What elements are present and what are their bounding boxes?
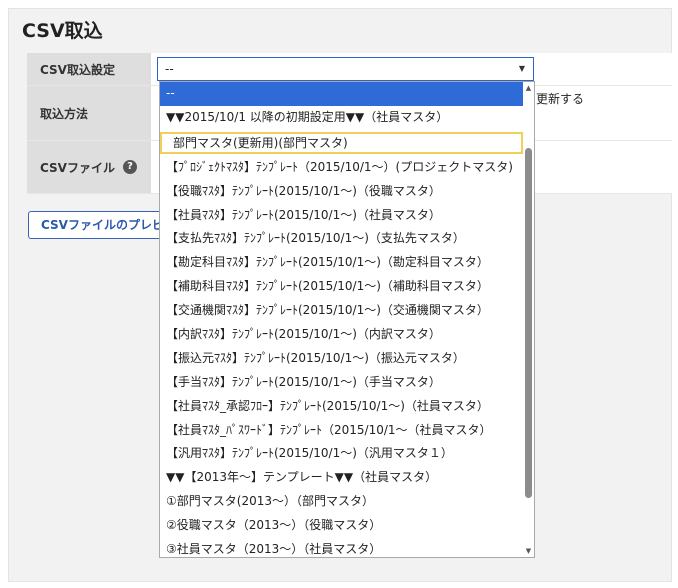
scroll-down-icon[interactable]: ▼ [523,545,534,557]
dropdown-option[interactable]: 【振込元ﾏｽﾀ】ﾃﾝﾌﾟﾚｰﾄ(2015/10/1～)（振込元マスタ） [160,347,523,371]
csv-preview-button[interactable]: CSVファイルのプレビ [28,211,168,239]
method-label: 取込方法 [27,86,151,140]
dropdown-option[interactable]: ②役職マスタ（2013～）（役職マスタ） [160,514,523,538]
dropdown-option[interactable]: 【社員ﾏｽﾀ_ﾊﾟｽﾜｰﾄﾞ】ﾃﾝﾌﾟﾚｰﾄ（2015/10/1～（社員マスタ） [160,419,523,443]
setting-label: CSV取込設定 [27,53,151,85]
dropdown-option[interactable]: 【交通機関ﾏｽﾀ】ﾃﾝﾌﾟﾚｰﾄ(2015/10/1～)（交通機関マスタ） [160,299,523,323]
dropdown-option[interactable]: 【ﾌﾟﾛｼﾞｪｸﾄﾏｽﾀ】ﾃﾝﾌﾟﾚｰﾄ（2015/10/1～）(プロジェクトマ… [160,156,523,180]
dropdown-option[interactable]: -- [160,82,523,106]
dropdown-option[interactable]: 【社員ﾏｽﾀ_承認ﾌﾛｰ】ﾃﾝﾌﾟﾚｰﾄ(2015/10/1～)（社員マスタ） [160,395,523,419]
dropdown-scrollbar[interactable]: ▲ ▼ [523,82,534,557]
dropdown-option[interactable]: 【内訳ﾏｽﾀ】ﾃﾝﾌﾟﾚｰﾄ(2015/10/1～)（内訳マスタ） [160,323,523,347]
dropdown-option[interactable]: ①部門マスタ(2013～）（部門マスタ） [160,490,523,514]
dropdown-option[interactable]: 【支払先ﾏｽﾀ】ﾃﾝﾌﾟﾚｰﾄ(2015/10/1～)（支払先マスタ） [160,227,523,251]
dropdown-option[interactable]: 【役職ﾏｽﾀ】ﾃﾝﾌﾟﾚｰﾄ(2015/10/1～)（役職マスタ） [160,180,523,204]
scrollbar-thumb[interactable] [525,148,532,498]
file-label: CSVファイル [40,160,115,175]
dropdown-option[interactable]: ③社員マスタ（2013～）（社員マスタ） [160,538,523,557]
chevron-down-icon[interactable]: ▼ [519,58,525,80]
file-label-cell: CSVファイル ? [27,141,151,193]
help-icon[interactable]: ? [122,160,137,174]
dropdown-option[interactable]: 【勘定科目ﾏｽﾀ】ﾃﾝﾌﾟﾚｰﾄ(2015/10/1～)（勘定科目マスタ） [160,251,523,275]
dropdown-option[interactable]: 【社員ﾏｽﾀ】ﾃﾝﾌﾟﾚｰﾄ(2015/10/1～)（社員マスタ） [160,204,523,228]
dropdown-option[interactable]: 【汎用ﾏｽﾀ】ﾃﾝﾌﾟﾚｰﾄ(2015/10/1～)（汎用マスタ１） [160,442,523,466]
select-value: -- [165,62,174,76]
dropdown-option[interactable]: 【手当ﾏｽﾀ】ﾃﾝﾌﾟﾚｰﾄ(2015/10/1～)（手当マスタ） [160,371,523,395]
csv-setting-select[interactable]: -- ▼ [157,57,534,81]
dropdown-option[interactable]: 部門マスタ(更新用)(部門マスタ) [160,131,523,154]
csv-setting-dropdown[interactable]: -- ▼▼2015/10/1 以降の初期設定用▼▼（社員マスタ） 部門マスタ(更… [159,81,535,558]
update-option-label[interactable]: 更新する [536,90,584,107]
dropdown-option[interactable]: 【補助科目ﾏｽﾀ】ﾃﾝﾌﾟﾚｰﾄ(2015/10/1～)（補助科目マスタ） [160,275,523,299]
dropdown-list: -- ▼▼2015/10/1 以降の初期設定用▼▼（社員マスタ） 部門マスタ(更… [160,82,534,557]
scroll-up-icon[interactable]: ▲ [523,82,534,94]
dropdown-option[interactable]: ▼▼【2013年～】テンプレート▼▼（社員マスタ） [160,466,523,490]
dropdown-option[interactable]: ▼▼2015/10/1 以降の初期設定用▼▼（社員マスタ） [160,106,523,130]
page-title: CSV取込 [22,20,103,42]
